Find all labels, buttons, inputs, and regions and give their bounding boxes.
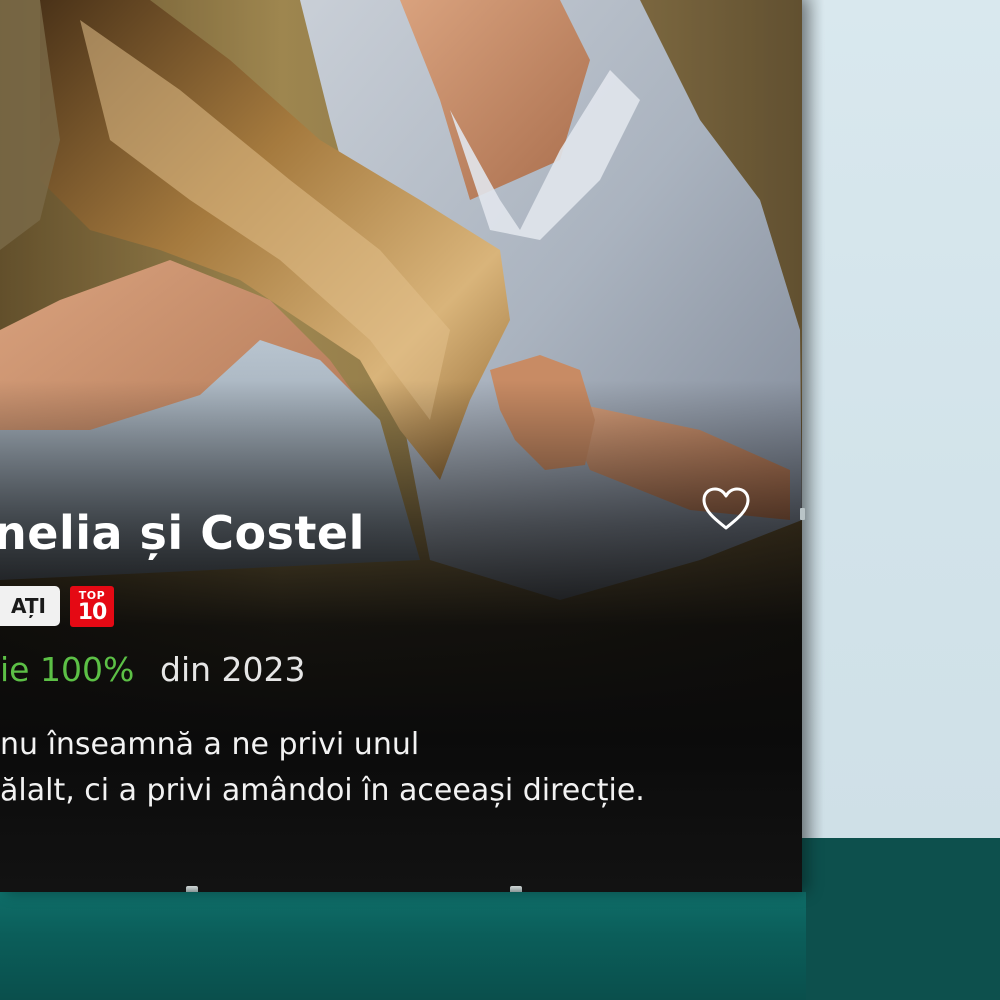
poster-panel: nelia și Costel AȚI TOP 10 ie 100% din 2… — [0, 0, 802, 892]
side-clip — [800, 508, 805, 520]
description: nu înseamnă a ne privi unul ălalt, ci a … — [0, 722, 780, 814]
top10-badge: TOP 10 — [70, 586, 114, 627]
description-line: nu înseamnă a ne privi unul — [0, 727, 420, 762]
movie-title: nelia și Costel — [0, 506, 365, 560]
poster-clip — [510, 886, 522, 892]
poster-shadow — [802, 0, 824, 838]
match-percentage: ie 100% — [0, 650, 135, 689]
heart-outline-icon[interactable] — [700, 486, 752, 532]
top10-badge-line2: 10 — [77, 600, 108, 625]
shelf-front — [0, 892, 806, 1000]
category-badge: AȚI — [0, 586, 60, 626]
poster-clip — [186, 886, 198, 892]
release-year: din 2023 — [160, 650, 306, 689]
bottom-gradient — [0, 380, 802, 892]
description-line: ălalt, ci a privi amândoi în aceeași dir… — [0, 773, 645, 808]
wall-background — [802, 0, 1000, 838]
